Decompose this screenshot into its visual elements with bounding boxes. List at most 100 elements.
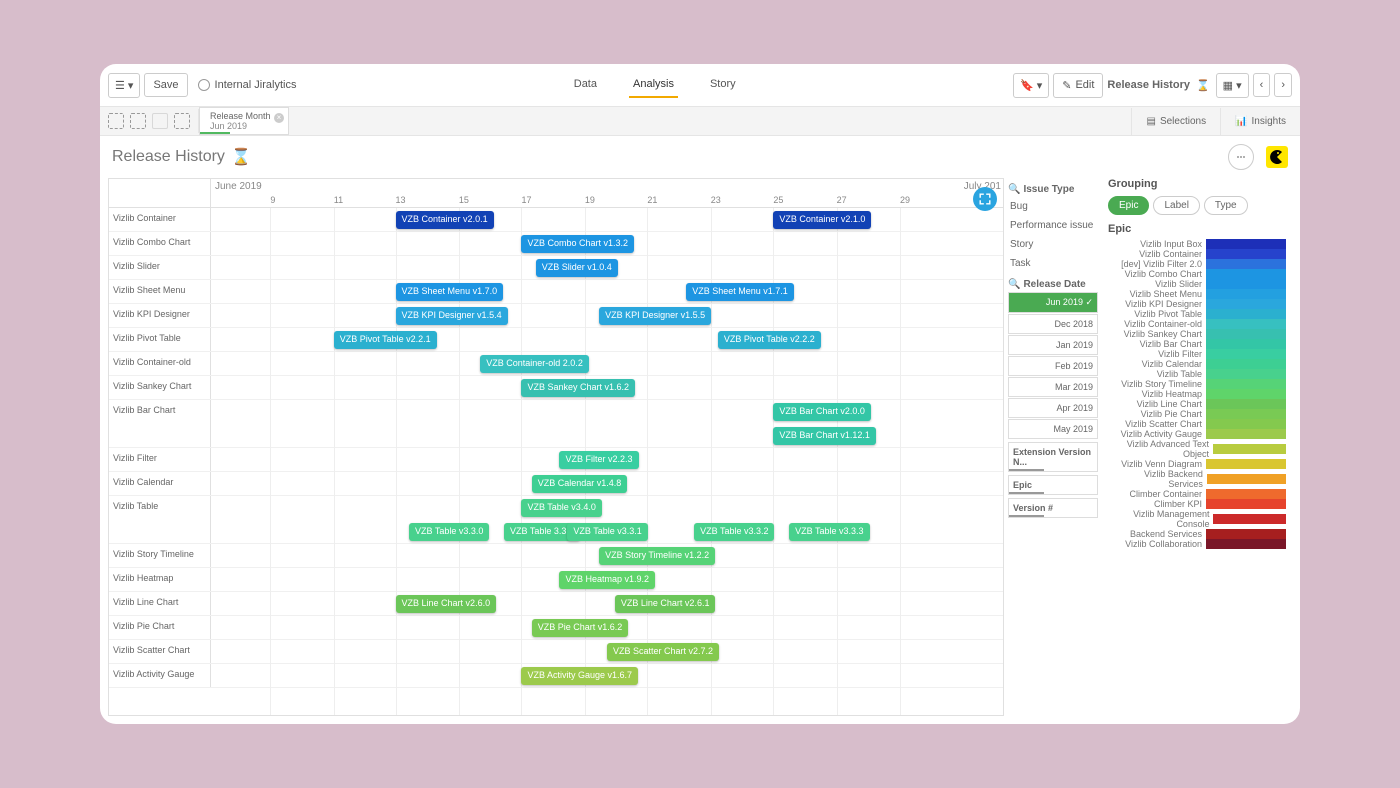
release-date-item[interactable]: Apr 2019 (1008, 398, 1098, 418)
legend-row[interactable]: Vizlib Scatter Chart (1108, 419, 1286, 429)
legend-row[interactable]: Vizlib Input Box (1108, 239, 1286, 249)
release-event[interactable]: VZB Slider v1.0.4 (536, 259, 618, 277)
legend-row[interactable]: Vizlib Venn Diagram (1108, 459, 1286, 469)
release-date-item[interactable]: Mar 2019 (1008, 377, 1098, 397)
release-event[interactable]: VZB Pivot Table v2.2.2 (718, 331, 821, 349)
release-event[interactable]: VZB Container-old 2.0.2 (480, 355, 589, 373)
gantt-chart[interactable]: June 2019 July 201 911131517192123252729… (108, 178, 1004, 716)
legend-row[interactable]: Vizlib Story Timeline (1108, 379, 1286, 389)
tab-data[interactable]: Data (570, 72, 601, 98)
release-event[interactable]: VZB Line Chart v2.6.1 (615, 595, 716, 613)
legend-row[interactable]: Vizlib Filter (1108, 349, 1286, 359)
bookmark-button[interactable]: 🔖 ▾ (1013, 73, 1049, 98)
selections-panel[interactable]: ▤Selections (1131, 108, 1220, 135)
legend-row[interactable]: Vizlib Pivot Table (1108, 309, 1286, 319)
release-event[interactable]: VZB Sheet Menu v1.7.1 (686, 283, 794, 301)
release-date-header[interactable]: 🔍Release Date (1008, 277, 1098, 292)
filter-chip-release-month[interactable]: Release Month Jun 2019 × (199, 107, 289, 135)
sheet-dd[interactable]: ▦ ▾ (1216, 73, 1249, 98)
release-event[interactable]: VZB Container v2.1.0 (773, 211, 871, 229)
issue-type-item[interactable]: Performance issue (1008, 216, 1098, 235)
release-date-item[interactable]: Jun 2019 ✓ (1008, 292, 1098, 313)
release-event[interactable]: VZB Table v3.3.0 (409, 523, 489, 541)
release-event[interactable]: VZB Table v3.3.3 (789, 523, 869, 541)
legend-row[interactable]: Vizlib KPI Designer (1108, 299, 1286, 309)
release-event[interactable]: VZB Table v3.3.2 (694, 523, 774, 541)
legend-row[interactable]: Vizlib Slider (1108, 279, 1286, 289)
sel-tool-2[interactable] (130, 113, 146, 129)
release-event[interactable]: VZB KPI Designer v1.5.5 (599, 307, 711, 325)
release-date-item[interactable]: Jan 2019 (1008, 335, 1098, 355)
release-event[interactable]: VZB Sheet Menu v1.7.0 (396, 283, 504, 301)
release-event[interactable]: VZB Sankey Chart v1.6.2 (521, 379, 635, 397)
scatter-icon[interactable] (1228, 144, 1254, 170)
edit-button[interactable]: ✎Edit (1053, 73, 1103, 98)
release-event[interactable]: VZB Line Chart v2.6.0 (396, 595, 497, 613)
release-event[interactable]: VZB Table v3.3.1 (567, 523, 647, 541)
legend-row[interactable]: Backend Services (1108, 529, 1286, 539)
release-event[interactable]: VZB Pivot Table v2.2.1 (334, 331, 437, 349)
legend-row[interactable]: Vizlib Activity Gauge (1108, 429, 1286, 439)
legend-row[interactable]: Climber KPI (1108, 499, 1286, 509)
legend-row[interactable]: Vizlib Line Chart (1108, 399, 1286, 409)
legend-row[interactable]: Vizlib Advanced Text Object (1108, 439, 1286, 459)
legend-row[interactable]: Vizlib Container-old (1108, 319, 1286, 329)
close-icon[interactable]: × (274, 113, 284, 123)
release-event[interactable]: VZB Bar Chart v2.0.0 (773, 403, 871, 421)
release-event[interactable]: VZB Story Timeline v1.2.2 (599, 547, 715, 565)
issue-type-item[interactable]: Task (1008, 254, 1098, 273)
gantt-row: Vizlib Combo ChartVZB Combo Chart v1.3.2 (109, 232, 1003, 256)
legend-row[interactable]: [dev] Vizlib Filter 2.0 (1108, 259, 1286, 269)
prev-sheet[interactable]: ‹ (1253, 73, 1271, 97)
tab-analysis[interactable]: Analysis (629, 72, 678, 98)
release-event[interactable]: VZB Pie Chart v1.6.2 (532, 619, 629, 637)
save-button[interactable]: Save (144, 73, 187, 97)
release-event[interactable]: VZB Scatter Chart v2.7.2 (607, 643, 719, 661)
row-track: VZB Line Chart v2.6.0 VZB Line Chart v2.6… (211, 592, 1003, 615)
release-date-item[interactable]: Dec 2018 (1008, 314, 1098, 334)
legend-row[interactable]: Vizlib Heatmap (1108, 389, 1286, 399)
legend-row[interactable]: Vizlib Pie Chart (1108, 409, 1286, 419)
legend-row[interactable]: Vizlib Combo Chart (1108, 269, 1286, 279)
issue-type-header[interactable]: 🔍Issue Type (1008, 182, 1098, 197)
collapsed-panel[interactable]: Epic (1008, 475, 1098, 495)
release-event[interactable]: VZB Calendar v1.4.8 (532, 475, 628, 493)
legend-subtitle: Epic (1108, 223, 1286, 235)
legend-row[interactable]: Vizlib Container (1108, 249, 1286, 259)
sel-tool-4[interactable] (174, 113, 190, 129)
issue-type-item[interactable]: Story (1008, 235, 1098, 254)
legend-row[interactable]: Climber Container (1108, 489, 1286, 499)
legend-row[interactable]: Vizlib Management Console (1108, 509, 1286, 529)
release-event[interactable]: VZB Filter v2.2.3 (559, 451, 638, 469)
legend-row[interactable]: Vizlib Collaboration (1108, 539, 1286, 549)
issue-type-item[interactable]: Bug (1008, 197, 1098, 216)
legend-row[interactable]: Vizlib Sankey Chart (1108, 329, 1286, 339)
insights-panel[interactable]: 📊Insights (1220, 108, 1300, 135)
release-event[interactable]: VZB Activity Gauge v1.6.7 (521, 667, 638, 685)
collapsed-panel[interactable]: Extension Version N... (1008, 442, 1098, 472)
release-event[interactable]: VZB Heatmap v1.9.2 (559, 571, 655, 589)
next-sheet[interactable]: › (1274, 73, 1292, 97)
legend-row[interactable]: Vizlib Backend Services (1108, 469, 1286, 489)
row-track: VZB Activity Gauge v1.6.7 (211, 664, 1003, 687)
release-event[interactable]: VZB Combo Chart v1.3.2 (521, 235, 634, 253)
grouping-pill[interactable]: Type (1204, 196, 1248, 215)
sel-tool-3[interactable] (152, 113, 168, 129)
legend-row[interactable]: Vizlib Calendar (1108, 359, 1286, 369)
legend-row[interactable]: Vizlib Table (1108, 369, 1286, 379)
release-event[interactable]: VZB Container v2.0.1 (396, 211, 494, 229)
menu-button[interactable]: ☰ ▾ (108, 73, 140, 98)
release-event[interactable]: VZB Table v3.4.0 (521, 499, 601, 517)
grouping-pill[interactable]: Epic (1108, 196, 1149, 215)
expand-icon[interactable] (973, 187, 997, 211)
release-event[interactable]: VZB Bar Chart v1.12.1 (773, 427, 876, 445)
sel-tool-1[interactable] (108, 113, 124, 129)
release-date-item[interactable]: Feb 2019 (1008, 356, 1098, 376)
release-date-item[interactable]: May 2019 (1008, 419, 1098, 439)
collapsed-panel[interactable]: Version # (1008, 498, 1098, 518)
legend-row[interactable]: Vizlib Sheet Menu (1108, 289, 1286, 299)
legend-row[interactable]: Vizlib Bar Chart (1108, 339, 1286, 349)
grouping-pill[interactable]: Label (1153, 196, 1199, 215)
release-event[interactable]: VZB KPI Designer v1.5.4 (396, 307, 508, 325)
tab-story[interactable]: Story (706, 72, 740, 98)
